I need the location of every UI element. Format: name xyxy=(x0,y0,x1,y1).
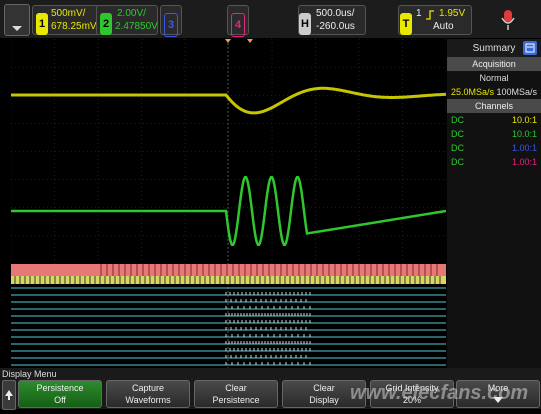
trigger-marker-left xyxy=(225,39,231,43)
up-arrow-icon xyxy=(3,381,15,409)
channel-probe-ratio: 1.00:1 xyxy=(512,141,537,155)
menu-arrow-icon xyxy=(5,5,29,35)
channels-header: Channels xyxy=(447,99,541,113)
channel-2-scale: 2.00V/ xyxy=(117,7,146,20)
digital-bus-band xyxy=(11,276,446,284)
softkey-2[interactable]: CaptureWaveforms xyxy=(106,380,190,408)
trigger-mode: Auto xyxy=(433,20,454,33)
bus-decode-band xyxy=(11,264,446,276)
channel-3-number: 3 xyxy=(164,13,178,37)
summary-panel: Summary Acquisition Normal 25.0MSa/s 100… xyxy=(447,39,541,369)
microphone-icon[interactable] xyxy=(500,8,516,32)
sample-rate-right: 100MSa/s xyxy=(496,85,537,99)
acquisition-mode: Normal xyxy=(447,71,541,85)
channel-2-offset: 2.47850V xyxy=(115,20,158,33)
back-button[interactable] xyxy=(2,380,16,410)
summary-icon[interactable] xyxy=(523,41,537,55)
timebase-value: 500.0us/ xyxy=(316,7,354,20)
trigger-source: 1 xyxy=(416,7,422,20)
channel-4-box[interactable]: 4 xyxy=(227,5,249,35)
softkey-value: Waveforms xyxy=(107,394,189,406)
sample-rate-left: 25.0MSa/s xyxy=(451,85,494,99)
softkey-label: Capture xyxy=(107,382,189,394)
softkey-value: Off xyxy=(19,394,101,406)
trigger-label: T xyxy=(400,13,412,35)
channel-row: DC 1.00:1 xyxy=(447,141,541,155)
channel-row: DC 10.0:1 xyxy=(447,113,541,127)
softkey-1[interactable]: PersistenceOff xyxy=(18,380,102,408)
panel-title: Summary xyxy=(473,43,516,54)
channel-probe-ratio: 10.0:1 xyxy=(512,113,537,127)
waveform-svg: 1D15D14D13D12D11D10D9D8D7D6D5D4 xyxy=(11,39,446,369)
channel-probe-ratio: 1.00:1 xyxy=(512,155,537,169)
main-menu-button[interactable] xyxy=(4,4,30,36)
channel-row: DC 10.0:1 xyxy=(447,127,541,141)
channel-coupling: DC xyxy=(451,113,464,127)
acquisition-header: Acquisition xyxy=(447,57,541,71)
channel-2-box[interactable]: 2 2.00V/ 2.47850V xyxy=(96,5,158,35)
channel-rows: DC 10.0:1 DC 10.0:1 DC 1.00:1 DC 1.00:1 xyxy=(447,113,541,169)
softkey-label: Clear xyxy=(195,382,277,394)
delay-value: -260.0us xyxy=(316,20,355,33)
channel-1-number: 1 xyxy=(36,13,48,35)
channel-1-offset: 678.25mV xyxy=(51,20,97,33)
channel-3-box[interactable]: 3 xyxy=(160,5,182,35)
softkey-label: Persistence xyxy=(19,382,101,394)
channel-coupling: DC xyxy=(451,155,464,169)
channel-coupling: DC xyxy=(451,127,464,141)
channel-row: DC 1.00:1 xyxy=(447,155,541,169)
horizontal-box[interactable]: H 500.0us/ -260.0us xyxy=(298,5,366,35)
menu-title: Display Menu xyxy=(2,369,57,379)
channel-coupling: DC xyxy=(451,141,464,155)
waveform-display[interactable]: 1D15D14D13D12D11D10D9D8D7D6D5D4 xyxy=(11,39,446,369)
softkey-value: Persistence xyxy=(195,394,277,406)
channel-2-number: 2 xyxy=(100,13,112,35)
trigger-box[interactable]: T 1 1.95V Auto xyxy=(398,5,472,35)
softkey-3[interactable]: ClearPersistence xyxy=(194,380,278,408)
top-status-bar: 1 500mV/ 678.25mV 2 2.00V/ 2.47850V 3 4 … xyxy=(0,0,541,38)
horizontal-label: H xyxy=(299,13,311,35)
channel-probe-ratio: 10.0:1 xyxy=(512,127,537,141)
watermark: www.elecfans.com xyxy=(350,382,528,405)
trigger-marker-right xyxy=(247,39,253,43)
trigger-level: 1.95V xyxy=(439,7,465,20)
channel-1-scale: 500mV/ xyxy=(51,7,85,20)
channel-4-number: 4 xyxy=(231,13,245,37)
